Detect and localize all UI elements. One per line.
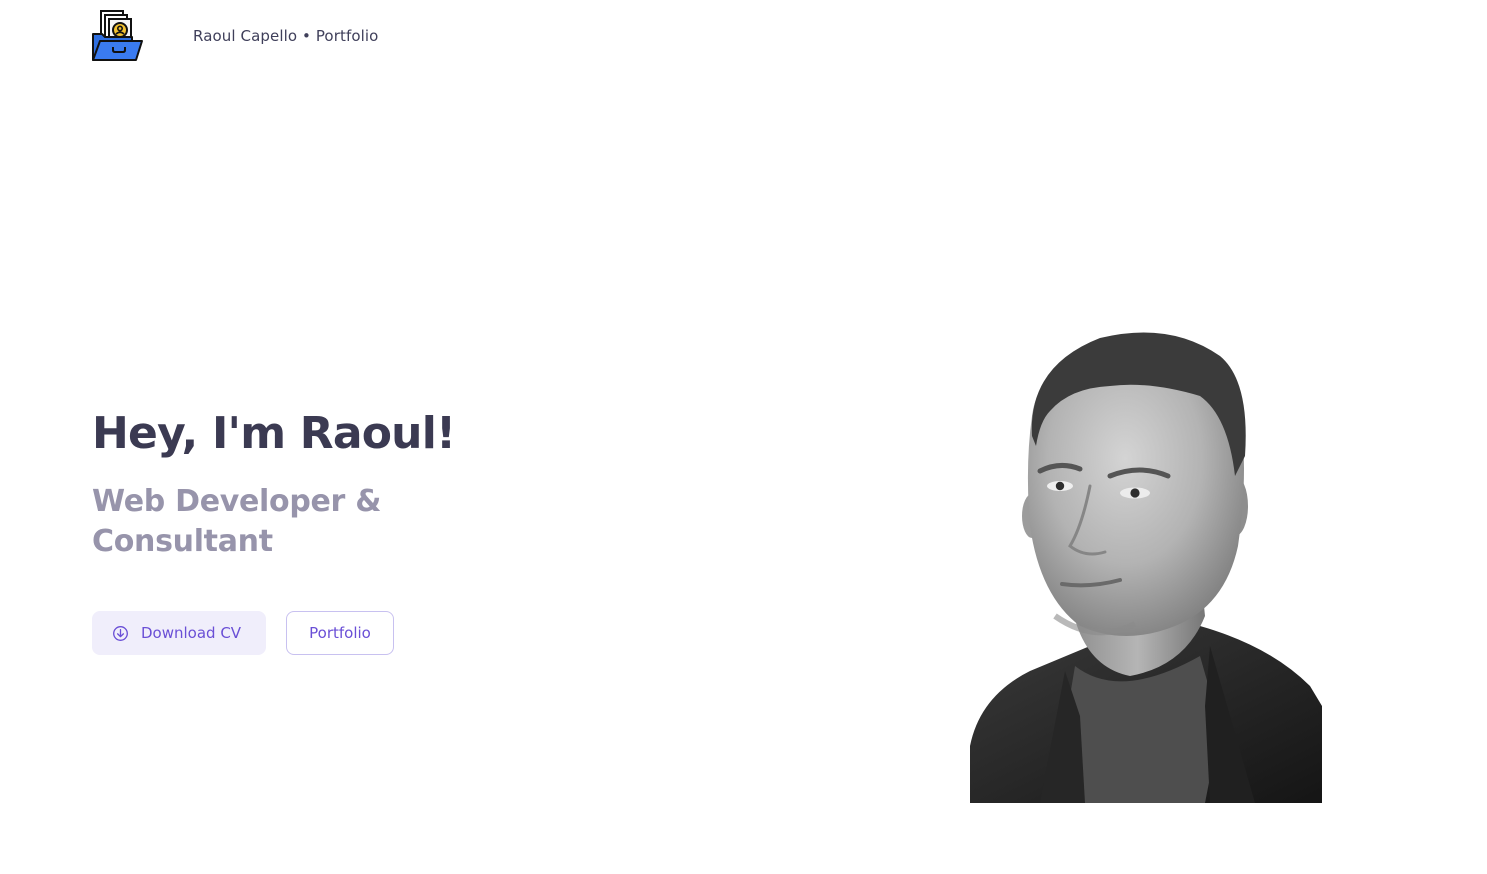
portrait-photo	[970, 332, 1322, 803]
portfolio-button[interactable]: Portfolio	[286, 611, 394, 655]
hero-subheading: Web Developer & Consultant	[92, 484, 382, 559]
site-title-link[interactable]: Raoul Capello • Portfolio	[193, 26, 378, 46]
download-circle-icon	[113, 625, 128, 641]
portfolio-label: Portfolio	[309, 624, 371, 642]
download-cv-label: Download CV	[141, 624, 242, 642]
download-cv-button[interactable]: Download CV	[92, 611, 266, 655]
hero-heading: Hey, I'm Raoul!	[92, 408, 456, 459]
portfolio-folder-icon	[92, 10, 143, 61]
logo-link[interactable]	[92, 10, 144, 62]
page: Raoul Capello • Portfolio Hey, I'm Raoul…	[0, 0, 1487, 874]
